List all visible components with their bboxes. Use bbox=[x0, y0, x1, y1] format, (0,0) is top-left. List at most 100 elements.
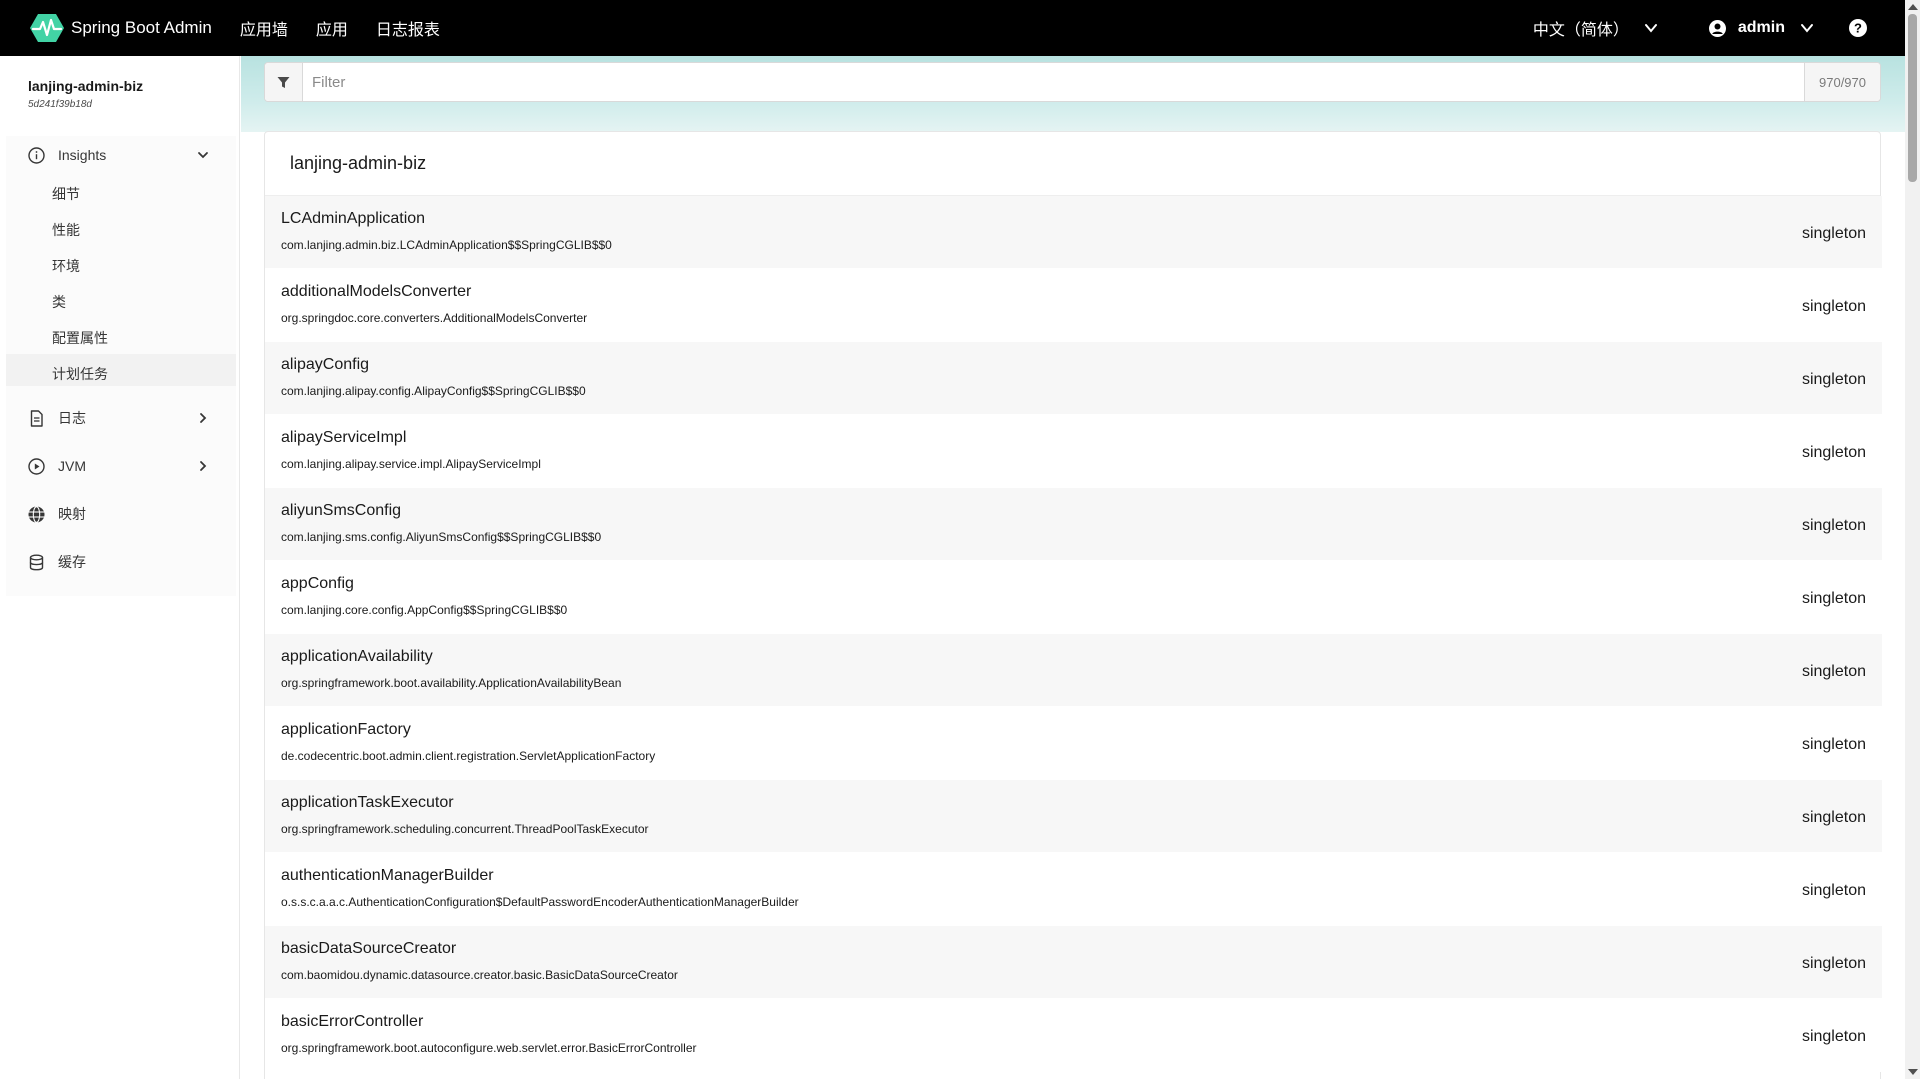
bean-name: applicationTaskExecutor bbox=[281, 794, 454, 811]
page-scrollbar[interactable] bbox=[1905, 0, 1920, 1079]
user-circle-icon bbox=[1708, 19, 1726, 37]
brand-name: Spring Boot Admin bbox=[71, 18, 212, 37]
instance-name: lanjing-admin-biz bbox=[28, 78, 144, 94]
bean-name: alipayConfig bbox=[281, 356, 370, 373]
sidebar: lanjing-admin-biz 5d241f39b18d Insights … bbox=[0, 56, 240, 1079]
bean-scope: singleton bbox=[1801, 809, 1866, 826]
scroll-down-arrow-icon[interactable] bbox=[1908, 1069, 1918, 1075]
nav-link-wallboard[interactable]: 应用墙 bbox=[240, 16, 288, 40]
sidebar-group-label: 日志 bbox=[58, 410, 86, 426]
help-circle-icon[interactable]: ? bbox=[1849, 19, 1867, 37]
bean-scope: singleton bbox=[1801, 590, 1866, 607]
bean-scope: singleton bbox=[1801, 444, 1866, 461]
table-row[interactable]: applicationTaskExecutor org.springframew… bbox=[265, 780, 1882, 853]
nav-link-journal[interactable]: 日志报表 bbox=[376, 16, 440, 40]
card-title: lanjing-admin-biz bbox=[290, 153, 427, 173]
sidebar-group-insights[interactable]: Insights bbox=[6, 138, 236, 172]
sidebar-group-jvm[interactable]: JVM bbox=[6, 449, 236, 483]
sidebar-item-environment[interactable]: 环境 bbox=[52, 256, 80, 276]
bean-type: com.lanjing.sms.config.AliyunSmsConfig$$… bbox=[281, 530, 602, 544]
bean-type: com.lanjing.admin.biz.LCAdminApplication… bbox=[281, 238, 612, 252]
beans-card: lanjing-admin-biz LCAdminApplication com… bbox=[264, 131, 1882, 1079]
table-row[interactable]: alipayConfig com.lanjing.alipay.config.A… bbox=[265, 342, 1882, 415]
sidebar-group-label: 缓存 bbox=[58, 554, 86, 570]
bean-name: aliyunSmsConfig bbox=[281, 502, 402, 519]
chevron-down-icon bbox=[1644, 24, 1657, 33]
filter-icon bbox=[277, 76, 290, 88]
sidebar-group-label: Insights bbox=[58, 147, 107, 163]
sidebar-group-mappings[interactable]: 映射 bbox=[6, 497, 236, 531]
scroll-up-arrow-icon[interactable] bbox=[1908, 4, 1918, 10]
instance-id: 5d241f39b18d bbox=[28, 99, 92, 110]
table-row[interactable]: basicDataSourceCreator com.baomidou.dyna… bbox=[265, 926, 1882, 999]
bean-type: de.codecentric.boot.admin.client.registr… bbox=[281, 749, 656, 763]
bean-name: alipayServiceImpl bbox=[281, 429, 407, 446]
spring-boot-admin-logo-icon bbox=[30, 14, 64, 42]
database-icon bbox=[29, 554, 44, 570]
table-row[interactable]: alipayServiceImpl com.lanjing.alipay.ser… bbox=[265, 415, 1882, 488]
filter-input[interactable] bbox=[303, 63, 1804, 101]
sidebar-item-details[interactable]: 细节 bbox=[52, 184, 80, 204]
bean-name: appConfig bbox=[281, 575, 354, 592]
sidebar-group-label: 映射 bbox=[58, 506, 86, 522]
brand[interactable]: Spring Boot Admin bbox=[30, 0, 212, 56]
filter-bar: 970/970 bbox=[264, 62, 1881, 102]
table-row[interactable]: aliyunSmsConfig com.lanjing.sms.config.A… bbox=[265, 488, 1882, 561]
bean-scope: singleton bbox=[1801, 882, 1866, 899]
language-label: 中文（简体） bbox=[1532, 22, 1629, 39]
table-row[interactable]: applicationAvailability org.springframew… bbox=[265, 634, 1882, 707]
top-navbar: Spring Boot Admin 应用墙 应用 日志报表 中文（简体） adm… bbox=[0, 0, 1905, 56]
sidebar-item-configprops[interactable]: 配置属性 bbox=[52, 328, 108, 348]
sidebar-item-metrics[interactable]: 性能 bbox=[52, 220, 80, 240]
chevron-down-icon bbox=[1801, 24, 1813, 33]
bean-name: basicDataSourceCreator bbox=[281, 940, 457, 957]
table-row[interactable]: appConfig com.lanjing.core.config.AppCon… bbox=[265, 561, 1882, 634]
bean-name: applicationFactory bbox=[281, 721, 411, 738]
table-row[interactable]: LCAdminApplication com.lanjing.admin.biz… bbox=[265, 196, 1882, 269]
chevron-down-icon bbox=[198, 152, 208, 159]
user-menu[interactable]: admin bbox=[1708, 19, 1815, 37]
svg-text:?: ? bbox=[1854, 21, 1862, 36]
table-row[interactable]: applicationFactory de.codecentric.boot.a… bbox=[265, 707, 1882, 780]
bean-scope: singleton bbox=[1801, 955, 1866, 972]
sidebar-item-scheduled-tasks[interactable]: 计划任务 bbox=[52, 364, 108, 384]
bean-scope: singleton bbox=[1801, 371, 1866, 388]
navbar-right: 中文（简体） admin ? bbox=[1533, 0, 1905, 56]
table-row[interactable]: authenticationManagerBuilder o.s.s.c.a.a… bbox=[265, 853, 1882, 926]
bean-type: com.lanjing.core.config.AppConfig$$Sprin… bbox=[281, 603, 568, 617]
globe-icon bbox=[28, 505, 45, 523]
chevron-right-icon bbox=[200, 461, 207, 471]
play-circle-icon bbox=[28, 457, 45, 475]
user-name: admin bbox=[1737, 19, 1785, 36]
bean-name: LCAdminApplication bbox=[281, 210, 426, 227]
sidebar-group-label: JVM bbox=[58, 458, 86, 474]
bean-scope: singleton bbox=[1801, 298, 1866, 315]
filter-button[interactable] bbox=[265, 63, 303, 101]
table-row[interactable]: additionalModelsConverter org.springdoc.… bbox=[265, 269, 1882, 342]
filter-count: 970/970 bbox=[1804, 63, 1880, 101]
bean-name: authenticationManagerBuilder bbox=[281, 867, 494, 884]
bean-type: org.springdoc.core.converters.Additional… bbox=[281, 311, 588, 325]
bean-type: org.springframework.boot.availability.Ap… bbox=[281, 676, 622, 690]
main-content: 970/970 lanjing-admin-biz LCAdminApplica… bbox=[241, 56, 1905, 1079]
card-header: lanjing-admin-biz bbox=[265, 132, 1880, 196]
file-icon bbox=[30, 409, 43, 427]
bean-type: com.lanjing.alipay.service.impl.AlipaySe… bbox=[281, 457, 541, 471]
sidebar-group-logging[interactable]: 日志 bbox=[6, 401, 236, 435]
nav-link-applications[interactable]: 应用 bbox=[316, 16, 348, 40]
table-row[interactable]: basicErrorController org.springframework… bbox=[265, 999, 1882, 1072]
bean-type: o.s.s.c.a.a.c.AuthenticationConfiguratio… bbox=[281, 895, 799, 909]
bean-name: additionalModelsConverter bbox=[281, 283, 472, 300]
chevron-right-icon bbox=[200, 413, 207, 423]
sidebar-group-caches[interactable]: 缓存 bbox=[6, 545, 236, 579]
sidebar-item-beans[interactable]: 类 bbox=[52, 292, 66, 312]
bean-scope: singleton bbox=[1801, 225, 1866, 242]
scroll-thumb[interactable] bbox=[1908, 14, 1917, 182]
sidebar-menu: Insights 细节 性能 环境 类 配置属性 计划任务 日志 JVM 映射 … bbox=[6, 136, 236, 596]
bean-type: com.baomidou.dynamic.datasource.creator.… bbox=[281, 968, 678, 982]
bean-scope: singleton bbox=[1801, 736, 1866, 753]
bean-name: applicationAvailability bbox=[281, 648, 433, 665]
bean-name: basicErrorController bbox=[281, 1013, 424, 1030]
language-selector[interactable]: 中文（简体） bbox=[1533, 16, 1659, 40]
bean-scope: singleton bbox=[1801, 663, 1866, 680]
